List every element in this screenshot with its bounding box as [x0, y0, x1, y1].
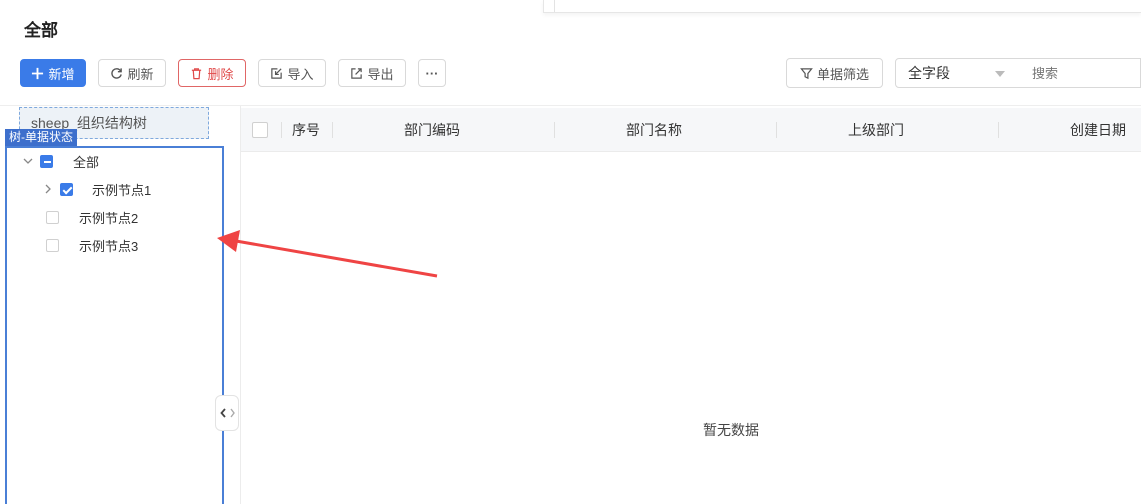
- search-input[interactable]: [1014, 58, 1141, 88]
- tree-node-label: 示例节点1: [92, 182, 152, 198]
- tree-badge: 树-单据状态: [5, 129, 77, 146]
- document-filter-button[interactable]: 单据筛选: [786, 58, 883, 88]
- refresh-button-label: 刷新: [127, 66, 154, 82]
- filter-icon: [800, 67, 813, 79]
- delete-button[interactable]: 删除: [178, 59, 246, 87]
- refresh-icon: [111, 67, 123, 79]
- tree-node-1[interactable]: 示例节点1: [42, 177, 151, 201]
- field-select[interactable]: 全字段: [895, 58, 1015, 88]
- overlay-panel-edge: [543, 0, 1141, 13]
- document-filter-label: 单据筛选: [816, 66, 869, 82]
- tree-node-3[interactable]: 示例节点3: [46, 233, 138, 257]
- tree-node-label: 全部: [73, 154, 100, 170]
- export-button[interactable]: 导出: [338, 59, 406, 87]
- tree-node-label: 示例节点3: [79, 238, 139, 254]
- page-title: 全部: [24, 21, 58, 40]
- tree-node-2[interactable]: 示例节点2: [46, 205, 138, 229]
- trash-icon: [192, 67, 202, 79]
- column-header-dept-code[interactable]: 部门编码: [404, 108, 460, 152]
- column-separator: [554, 122, 555, 138]
- import-button-label: 导入: [287, 66, 314, 82]
- column-header-created-date[interactable]: 创建日期: [1070, 108, 1126, 152]
- toolbar-divider: [0, 105, 1141, 106]
- column-separator: [998, 122, 999, 138]
- tree-node-all[interactable]: 全部: [22, 149, 99, 173]
- tree-checkbox-all[interactable]: [40, 154, 53, 168]
- app-page: 全部 新增 刷新 删除 导入 导出 ··· 单据筛选 全字段 sheep_组织结…: [0, 0, 1141, 504]
- more-button[interactable]: ···: [418, 59, 446, 87]
- add-button[interactable]: 新增: [20, 59, 86, 87]
- empty-state-text: 暂无数据: [703, 422, 759, 438]
- delete-button-label: 删除: [207, 66, 234, 82]
- more-icon: ···: [425, 65, 439, 81]
- collapse-arrows-icon: [220, 408, 235, 418]
- plus-icon: [32, 67, 44, 79]
- column-separator: [776, 122, 777, 138]
- tree-checkbox-node-3[interactable]: [46, 238, 59, 252]
- caret-down-icon: [995, 71, 1005, 77]
- panel-divider: [240, 106, 241, 504]
- import-icon: [271, 67, 283, 79]
- export-icon: [351, 67, 363, 79]
- column-separator: [281, 122, 282, 138]
- refresh-button[interactable]: 刷新: [98, 59, 166, 87]
- column-header-dept-name[interactable]: 部门名称: [626, 108, 682, 152]
- tree-checkbox-node-2[interactable]: [46, 210, 59, 224]
- export-button-label: 导出: [367, 66, 394, 82]
- field-select-value: 全字段: [908, 65, 950, 81]
- chevron-right-icon[interactable]: [42, 183, 54, 195]
- tree-checkbox-node-1[interactable]: [60, 182, 73, 196]
- tree-node-label: 示例节点2: [79, 210, 139, 226]
- import-button[interactable]: 导入: [258, 59, 326, 87]
- add-button-label: 新增: [48, 66, 75, 82]
- chevron-down-icon[interactable]: [22, 155, 34, 167]
- panel-splitter-handle[interactable]: [215, 395, 239, 431]
- column-header-parent-dept[interactable]: 上级部门: [848, 108, 904, 152]
- select-all-checkbox[interactable]: [252, 122, 268, 138]
- column-separator: [332, 122, 333, 138]
- table-header: 序号 部门编码 部门名称 上级部门 创建日期: [241, 108, 1141, 152]
- column-header-index[interactable]: 序号: [292, 108, 320, 152]
